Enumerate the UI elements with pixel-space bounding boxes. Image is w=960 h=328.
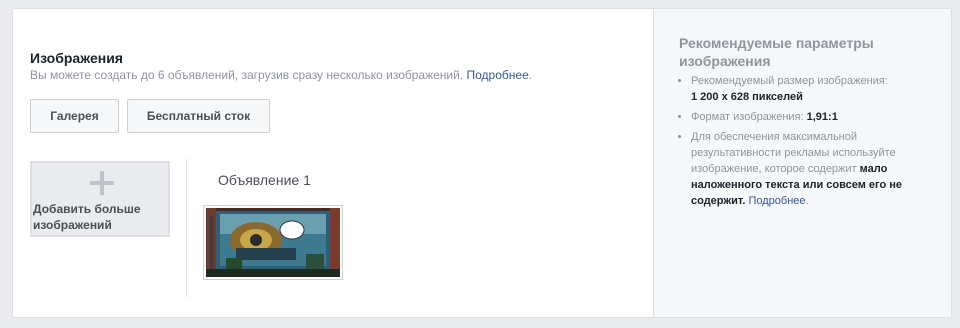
- images-panel: Изображения Вы можете создать до 6 объяв…: [13, 9, 653, 317]
- add-more-images-button[interactable]: Добавить больше изображений: [30, 161, 170, 237]
- plus-icon: [90, 171, 114, 195]
- subtitle-text: Вы можете создать до 6 объявлений, загру…: [30, 68, 464, 82]
- gallery-button[interactable]: Галерея: [30, 99, 119, 133]
- image-section-card: Изображения Вы можете создать до 6 объяв…: [12, 8, 952, 318]
- add-more-images-label: Добавить больше изображений: [33, 202, 141, 232]
- ratio-value: 1,91:1: [806, 111, 838, 123]
- recommendations-learn-more-link[interactable]: Подробнее: [748, 195, 805, 207]
- ratio-label: Формат изображения:: [691, 111, 804, 123]
- divider: [186, 159, 187, 297]
- list-item: Для обеспечения максимальной результатив…: [691, 129, 931, 209]
- recommendations-panel: Рекомендуемые параметры изображения Реко…: [653, 9, 951, 317]
- learn-more-link[interactable]: Подробнее: [467, 68, 529, 82]
- list-item: Рекомендуемый размер изображения: 1 200 …: [691, 73, 931, 105]
- ad-label: Объявление 1: [218, 172, 311, 188]
- recommendations-title: Рекомендуемые параметры изображения: [679, 35, 874, 69]
- free-stock-button[interactable]: Бесплатный сток: [127, 99, 270, 133]
- ad-image: [206, 208, 340, 277]
- section-title: Изображения: [30, 50, 123, 66]
- recommendations-list: Рекомендуемый размер изображения: 1 200 …: [679, 73, 931, 213]
- section-subtitle: Вы можете создать до 6 объявлений, загру…: [30, 68, 533, 82]
- ad-image-thumbnail[interactable]: [203, 205, 343, 280]
- list-item: Формат изображения: 1,91:1: [691, 109, 931, 125]
- size-label: Рекомендуемый размер изображения:: [691, 75, 888, 87]
- size-value: 1 200 x 628 пикселей: [691, 91, 803, 103]
